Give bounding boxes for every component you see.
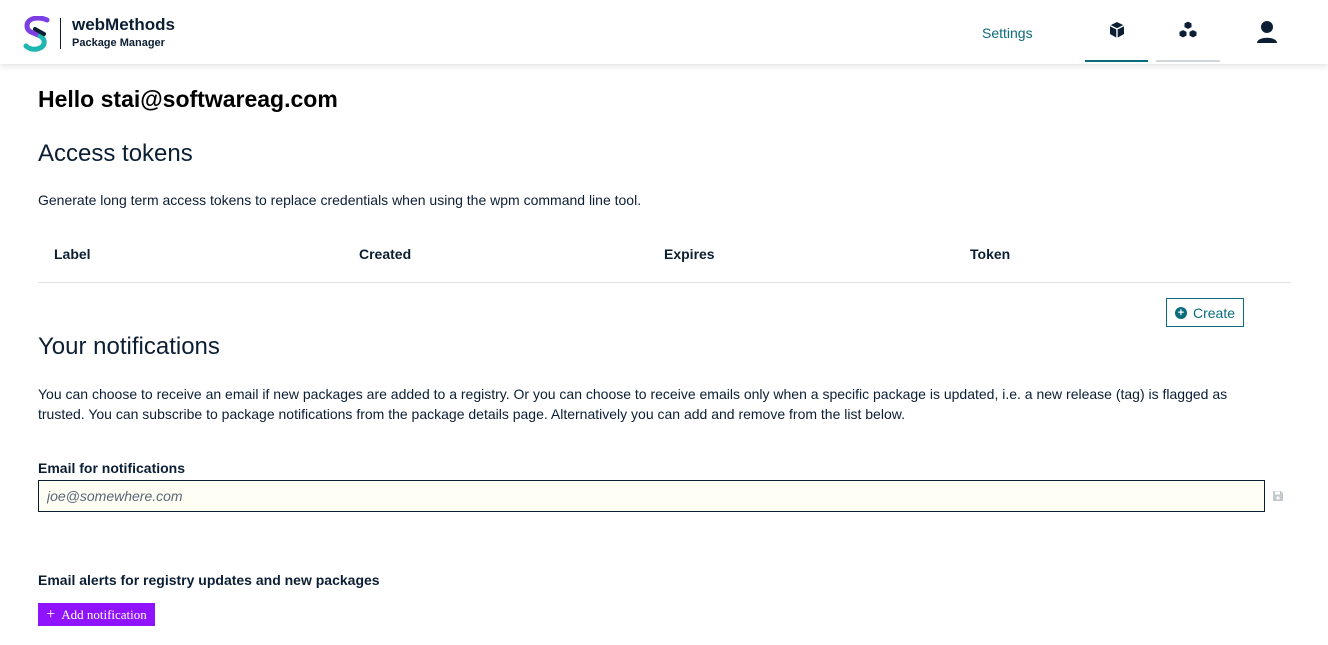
package-icon <box>1109 22 1124 38</box>
app-header: webMethods Package Manager Settings <box>0 0 1328 64</box>
brand-divider <box>60 18 61 49</box>
email-field[interactable] <box>38 480 1265 512</box>
alerts-label: Email alerts for registry updates and ne… <box>38 572 380 588</box>
tokens-table-header: Label Created Expires Token <box>38 244 1291 283</box>
save-icon[interactable] <box>1272 490 1284 502</box>
greeting: Hello stai@softwareag.com <box>38 86 338 112</box>
add-circle-icon: + <box>1174 306 1187 319</box>
access-tokens-description: Generate long term access tokens to repl… <box>38 192 642 208</box>
packages-icon <box>1178 20 1198 39</box>
user-icon[interactable] <box>1252 18 1282 48</box>
notifications-title: Your notifications <box>38 333 220 360</box>
notifications-description: You can choose to receive an email if ne… <box>38 386 1228 422</box>
tab-packages[interactable] <box>1085 0 1148 62</box>
add-notification-label: Add notification <box>61 606 147 622</box>
add-notification-button[interactable]: + Add notification <box>38 603 155 626</box>
column-token[interactable]: Token <box>970 246 1010 262</box>
access-tokens-title: Access tokens <box>38 140 193 167</box>
column-created[interactable]: Created <box>359 246 411 262</box>
brand-title: webMethods <box>72 15 175 34</box>
create-token-button[interactable]: + Create <box>1166 298 1244 327</box>
email-field-label: Email for notifications <box>38 460 186 476</box>
column-label[interactable]: Label <box>54 246 91 262</box>
brand-subtitle: Package Manager <box>72 37 165 49</box>
create-label: Create <box>1192 304 1236 321</box>
tab-registries[interactable] <box>1156 0 1220 62</box>
column-expires[interactable]: Expires <box>664 246 715 262</box>
webmethods-logo-icon[interactable] <box>22 16 52 52</box>
plus-icon: + <box>46 605 56 623</box>
nav-settings-link[interactable]: Settings <box>982 25 1033 41</box>
